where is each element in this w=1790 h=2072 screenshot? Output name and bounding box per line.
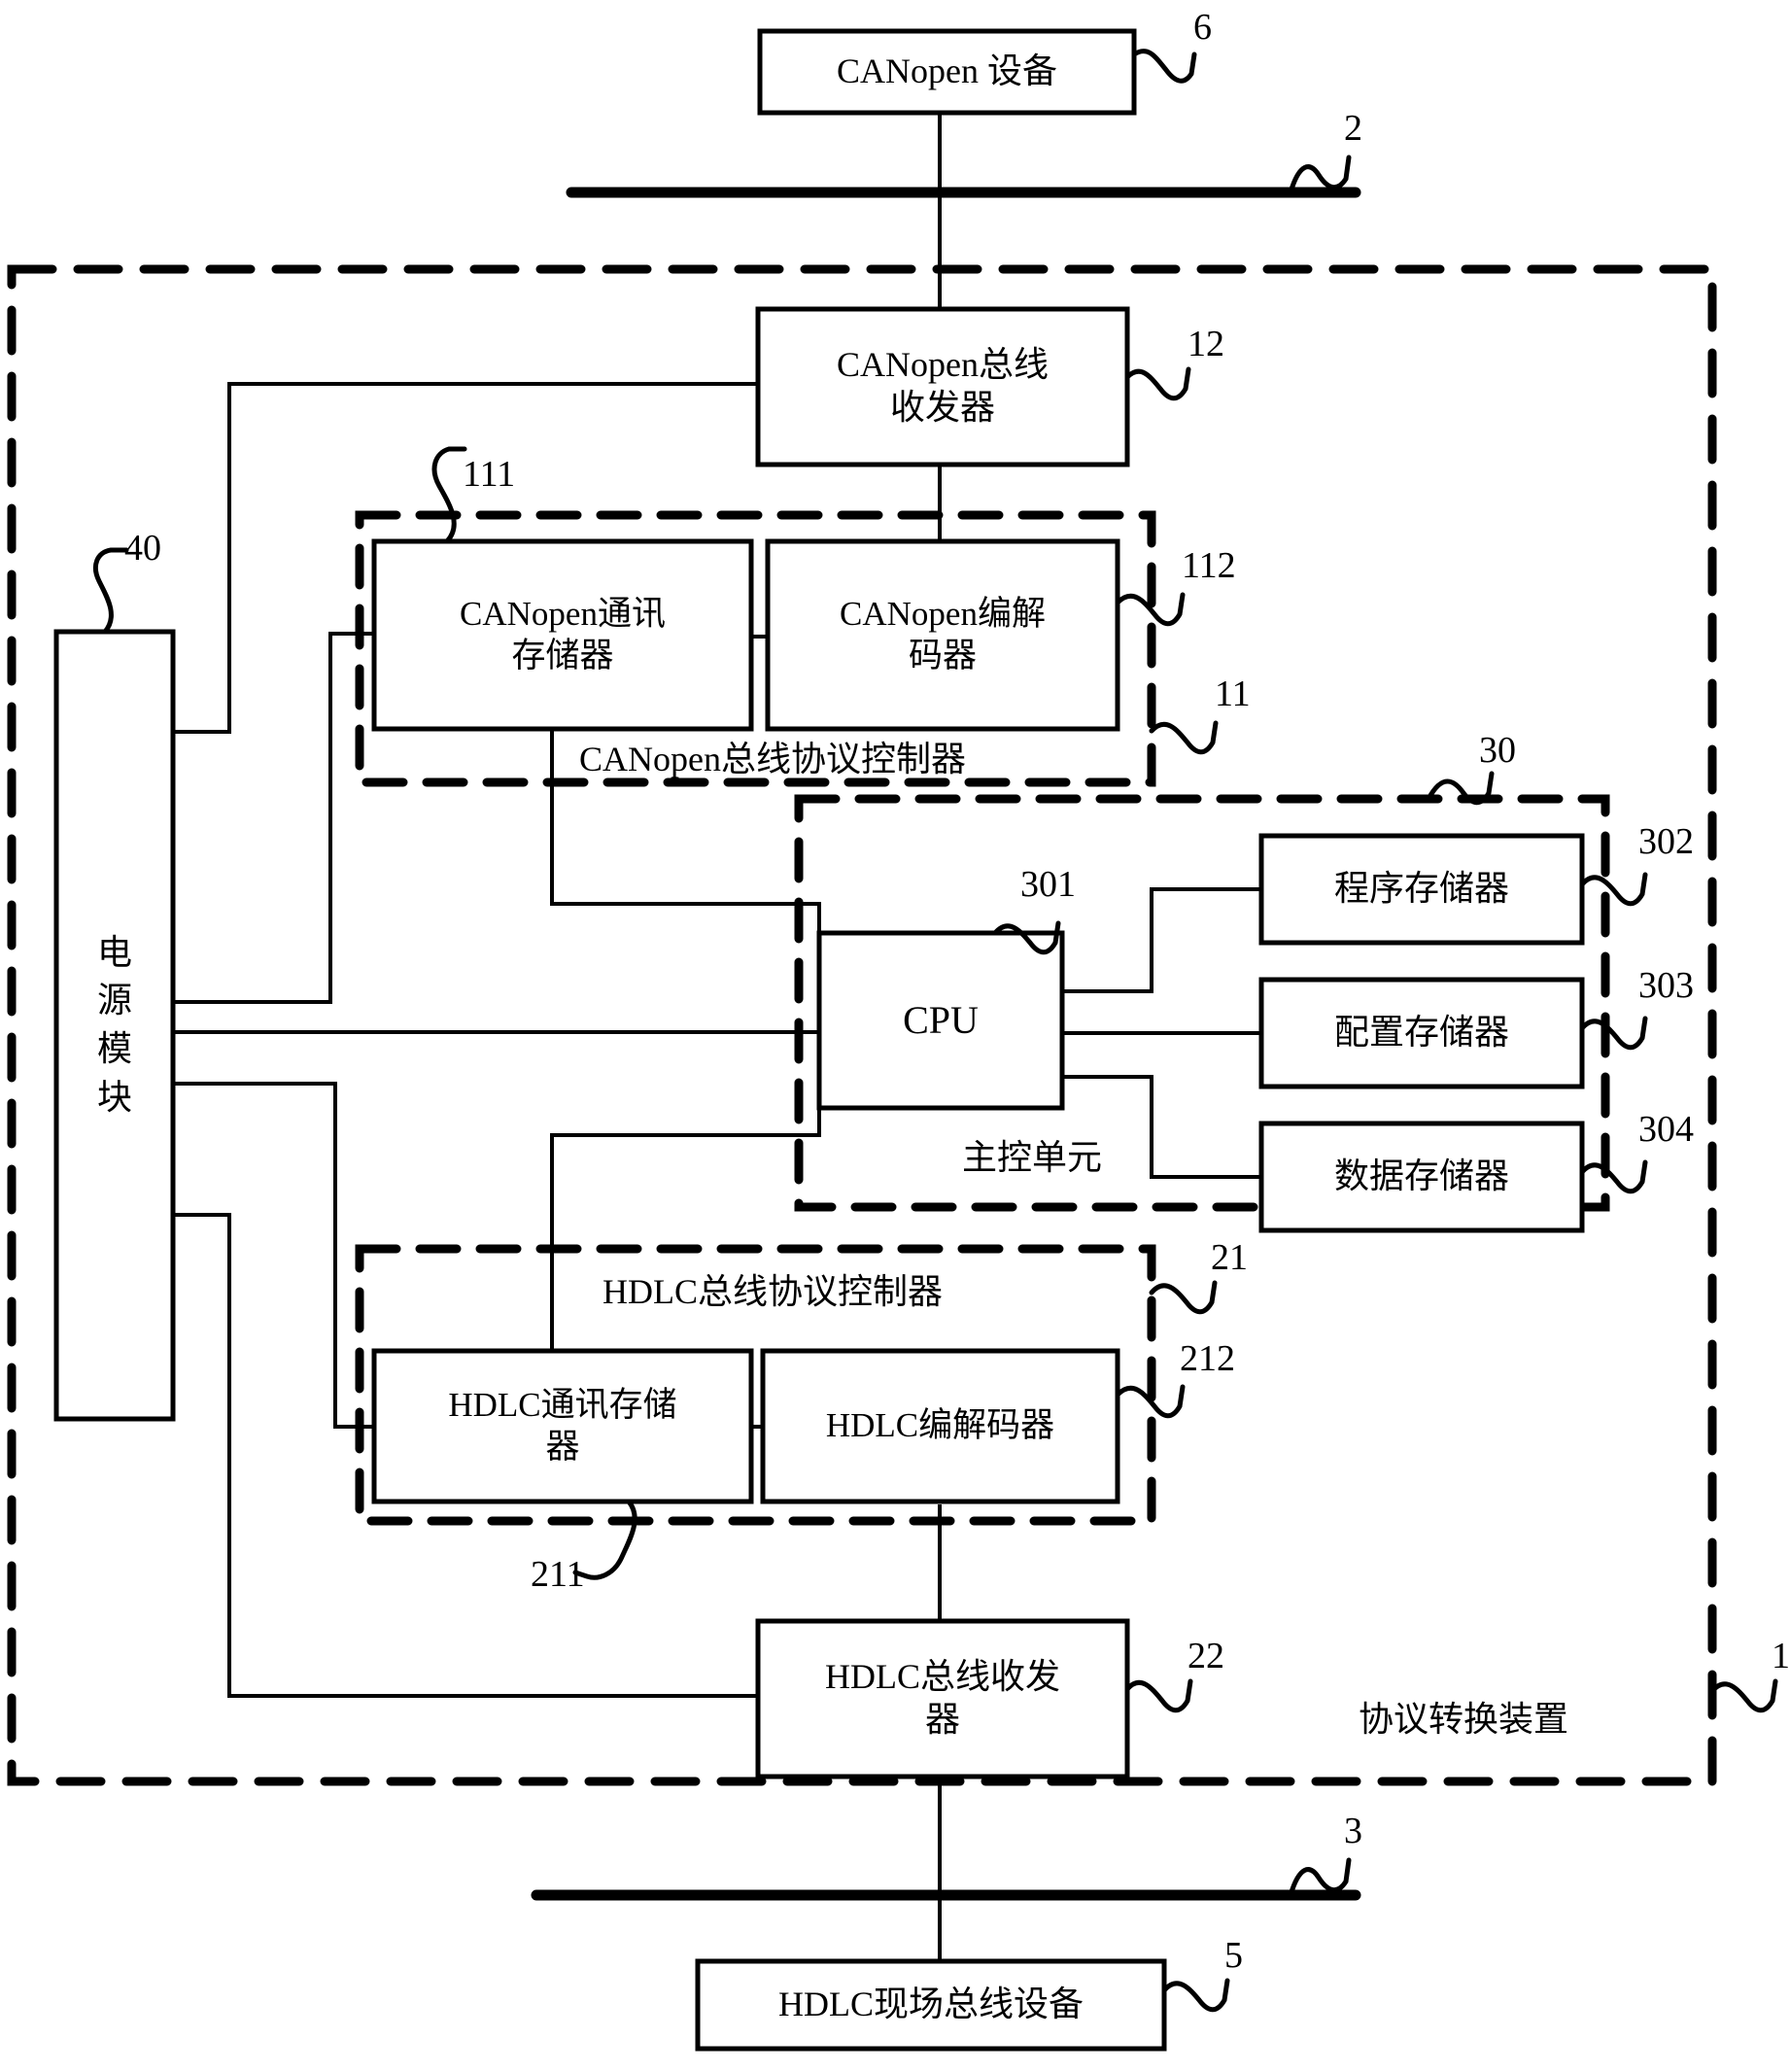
config-memory-box (1258, 977, 1585, 1089)
hdlc-comm-memory-box (371, 1348, 754, 1504)
ref-1-leader (1709, 1678, 1778, 1713)
ref-12-leader (1124, 366, 1191, 401)
power-to-canopen-memory-wire (173, 632, 374, 1004)
power-module-box (53, 629, 176, 1422)
ref-11-label: 11 (1215, 673, 1251, 714)
hdlc-codec-box (760, 1348, 1120, 1504)
ref-304-label: 304 (1638, 1109, 1694, 1150)
ref-40-leader (93, 547, 129, 635)
power-to-hdlc-memory-wire (173, 1082, 374, 1429)
ref-302-leader (1579, 872, 1648, 907)
program-memory-box (1258, 833, 1585, 946)
ref-22-leader (1124, 1678, 1193, 1713)
ref-1-label: 1 (1772, 1636, 1790, 1676)
ref-111-label: 111 (463, 454, 516, 495)
ref-22-label: 22 (1188, 1636, 1224, 1676)
main-unit-label: 主控单元 (962, 1138, 1103, 1177)
ref-111-leader (431, 446, 467, 544)
cpu-to-program-memory-wire (1062, 887, 1261, 993)
diagram-canvas: CANopen 设备 6 2 HDLC现场总线设备 5 3 协议转换装置 1 电… (0, 0, 1790, 2072)
hdlc-transceiver-box (755, 1618, 1130, 1779)
canopen-transceiver-box (755, 306, 1130, 467)
enclosure-label: 协议转换装置 (1359, 1700, 1569, 1739)
cpu-to-hdlc-memory-wire (550, 1108, 821, 1351)
canopen-device-box (757, 28, 1137, 116)
ref-2-label: 2 (1344, 108, 1362, 149)
ref-303-label: 303 (1638, 965, 1694, 1006)
canopen-comm-memory-box (371, 538, 754, 732)
ref-11-leader (1149, 720, 1219, 755)
ref-304-leader (1579, 1159, 1648, 1194)
ref-21-leader (1149, 1280, 1218, 1315)
ref-3-label: 3 (1344, 1811, 1362, 1851)
ref-303-leader (1579, 1016, 1648, 1051)
diagram-vector-layer (7, 28, 1778, 2052)
canopen-codec-box (765, 538, 1120, 732)
ref-112-label: 112 (1182, 545, 1236, 586)
hdlc-device-box (695, 1958, 1167, 2052)
ref-212-label: 212 (1180, 1338, 1235, 1379)
ref-6-leader (1131, 49, 1197, 84)
canopen-controller-label: CANopen总线协议控制器 (579, 740, 966, 778)
ref-21-label: 21 (1211, 1237, 1248, 1278)
ref-5-label: 5 (1224, 1935, 1243, 1976)
ref-5-leader (1161, 1978, 1230, 2013)
hdlc-controller-label: HDLC总线协议控制器 (602, 1272, 943, 1311)
ref-6-label: 6 (1193, 7, 1212, 48)
cpu-box (816, 930, 1065, 1111)
data-memory-box (1258, 1121, 1585, 1233)
ref-302-label: 302 (1638, 821, 1694, 862)
ref-301-label: 301 (1020, 864, 1076, 905)
ref-40-label: 40 (124, 528, 161, 569)
ref-12-label: 12 (1188, 324, 1224, 364)
ref-30-label: 30 (1479, 730, 1516, 771)
ref-211-label: 211 (531, 1554, 585, 1595)
